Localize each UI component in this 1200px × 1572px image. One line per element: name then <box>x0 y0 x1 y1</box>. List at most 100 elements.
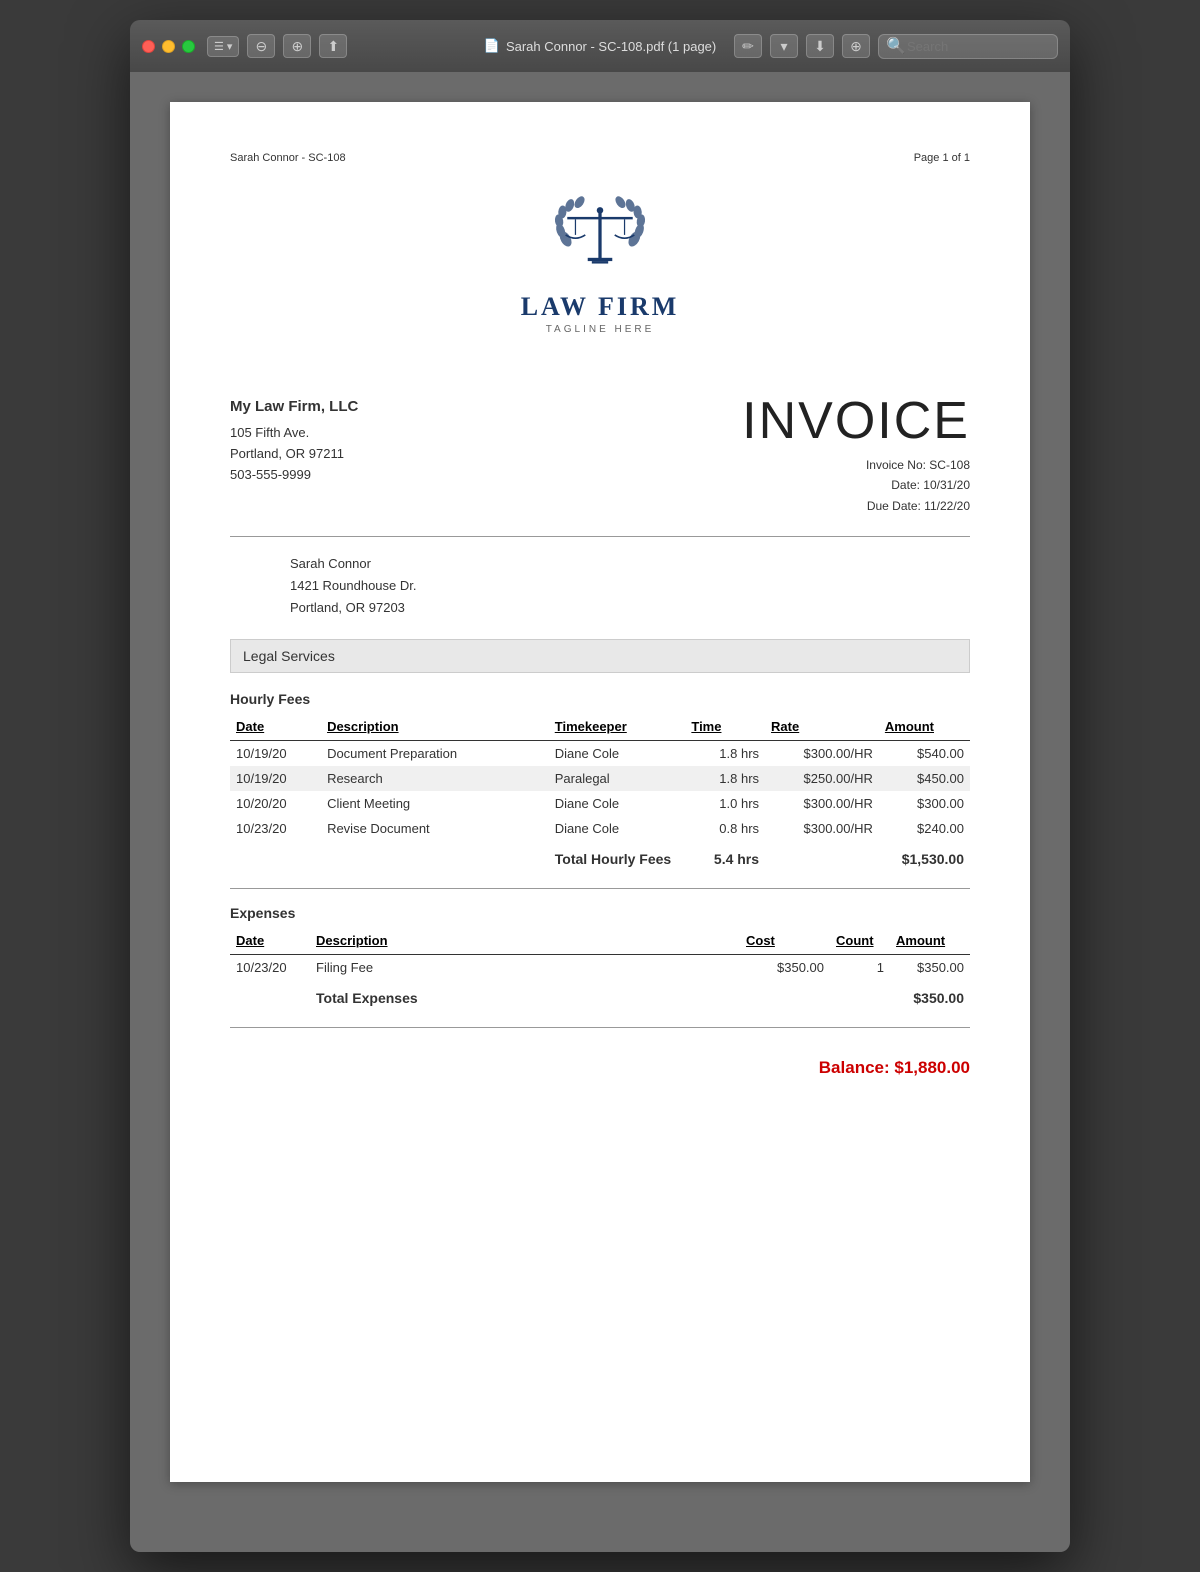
exp-col-amount: Amount <box>890 929 970 955</box>
table-row: 10/23/20 Revise Document Diane Cole 0.8 … <box>230 816 970 841</box>
row-time: 1.8 hrs <box>685 766 765 791</box>
sidebar-toggle-button[interactable]: ☰ ▾ <box>207 36 239 57</box>
toolbar-left: ☰ ▾ ⊖ ⊕ ⬆ <box>207 34 347 58</box>
row-timekeeper: Diane Cole <box>549 816 686 841</box>
row-rate: $300.00/HR <box>765 741 879 767</box>
minimize-button[interactable] <box>162 40 175 53</box>
services-header-bar: Legal Services <box>230 639 970 673</box>
app-window: ☰ ▾ ⊖ ⊕ ⬆ 📄 Sarah Connor - SC-108.pdf (1… <box>130 20 1070 1552</box>
row-timekeeper: Diane Cole <box>549 741 686 767</box>
invoice-title: INVOICE <box>742 395 970 447</box>
invoice-due-date: Due Date: 11/22/20 <box>742 496 970 516</box>
total-expenses-amount: $350.00 <box>890 980 970 1011</box>
billing-header: My Law Firm, LLC 105 Fifth Ave. Portland… <box>230 395 970 516</box>
exp-row-amount: $350.00 <box>890 955 970 981</box>
divider-1 <box>230 536 970 537</box>
balance-amount: Balance: $1,880.00 <box>819 1058 970 1077</box>
bill-to-name: Sarah Connor <box>290 553 970 575</box>
logo-section: LAW FIRM TAGLINE HERE <box>230 194 970 345</box>
zoom-in-button[interactable]: ⊕ <box>283 34 311 58</box>
row-timekeeper: Paralegal <box>549 766 686 791</box>
firm-info: My Law Firm, LLC 105 Fifth Ave. Portland… <box>230 395 358 485</box>
row-description: Revise Document <box>321 816 549 841</box>
share-icon: ⬆ <box>328 38 340 55</box>
firm-address2: Portland, OR 97211 <box>230 444 358 465</box>
bill-to: Sarah Connor 1421 Roundhouse Dr. Portlan… <box>290 553 970 619</box>
col-header-date: Date <box>230 715 321 741</box>
exp-col-desc: Description <box>310 929 740 955</box>
exp-row-cost: $350.00 <box>740 955 830 981</box>
row-date: 10/19/20 <box>230 766 321 791</box>
total-hourly-time: 5.4 hrs <box>685 841 765 872</box>
pen-button[interactable]: ✏ <box>734 34 762 58</box>
exp-col-count: Count <box>830 929 890 955</box>
table-row: 10/19/20 Document Preparation Diane Cole… <box>230 741 970 767</box>
total-hourly-amount: $1,530.00 <box>879 841 970 872</box>
exp-row-count: 1 <box>830 955 890 981</box>
firm-name-logo: LAW FIRM <box>521 292 680 322</box>
download-icon: ⬇ <box>814 38 826 55</box>
zoom-in-icon: ⊕ <box>292 38 304 55</box>
chevron-down-button[interactable]: ▾ <box>770 34 798 58</box>
firm-tagline: TAGLINE HERE <box>546 324 655 335</box>
bill-to-address1: 1421 Roundhouse Dr. <box>290 575 970 597</box>
pdf-page: Sarah Connor - SC-108 Page 1 of 1 <box>170 102 1030 1482</box>
invoice-date: Date: 10/31/20 <box>742 475 970 495</box>
bill-to-address2: Portland, OR 97203 <box>290 597 970 619</box>
titlebar: ☰ ▾ ⊖ ⊕ ⬆ 📄 Sarah Connor - SC-108.pdf (1… <box>130 20 1070 72</box>
pdf-header-bar: Sarah Connor - SC-108 Page 1 of 1 <box>230 152 970 164</box>
balance-line: Balance: $1,880.00 <box>230 1048 970 1078</box>
close-button[interactable] <box>142 40 155 53</box>
col-header-amount: Amount <box>879 715 970 741</box>
row-rate: $250.00/HR <box>765 766 879 791</box>
row-amount: $450.00 <box>879 766 970 791</box>
row-rate: $300.00/HR <box>765 791 879 816</box>
row-timekeeper: Diane Cole <box>549 791 686 816</box>
firm-phone: 503-555-9999 <box>230 465 358 486</box>
pdf-page-number: Page 1 of 1 <box>914 152 970 164</box>
pen-icon: ✏ <box>742 38 754 55</box>
maximize-button[interactable] <box>182 40 195 53</box>
navigate-button[interactable]: ⊕ <box>842 34 870 58</box>
row-time: 1.0 hrs <box>685 791 765 816</box>
row-time: 1.8 hrs <box>685 741 765 767</box>
scales-of-justice-icon <box>550 194 650 284</box>
search-wrapper: 🔍 <box>878 34 1058 59</box>
total-expenses-label: Total Expenses <box>310 980 740 1011</box>
table-row: 10/19/20 Research Paralegal 1.8 hrs $250… <box>230 766 970 791</box>
row-amount: $540.00 <box>879 741 970 767</box>
row-amount: $240.00 <box>879 816 970 841</box>
row-time: 0.8 hrs <box>685 816 765 841</box>
expenses-title: Expenses <box>230 905 970 921</box>
document-icon: 📄 <box>484 38 500 54</box>
table-row: 10/23/20 Filing Fee $350.00 1 $350.00 <box>230 955 970 981</box>
exp-col-date: Date <box>230 929 310 955</box>
divider-3 <box>230 1027 970 1028</box>
hourly-fees-title: Hourly Fees <box>230 691 970 707</box>
col-header-timekeeper: Timekeeper <box>549 715 686 741</box>
invoice-details: Invoice No: SC-108 Date: 10/31/20 Due Da… <box>742 455 970 516</box>
invoice-title-block: INVOICE Invoice No: SC-108 Date: 10/31/2… <box>742 395 970 516</box>
divider-2 <box>230 888 970 889</box>
row-description: Client Meeting <box>321 791 549 816</box>
window-title: 📄 Sarah Connor - SC-108.pdf (1 page) <box>484 38 716 54</box>
services-header-label: Legal Services <box>243 648 335 664</box>
col-header-time: Time <box>685 715 765 741</box>
exp-row-description: Filing Fee <box>310 955 740 981</box>
firm-address1: 105 Fifth Ave. <box>230 423 358 444</box>
pdf-page-label: Sarah Connor - SC-108 <box>230 152 346 164</box>
chevron-down-icon: ▾ <box>780 38 787 55</box>
download-button[interactable]: ⬇ <box>806 34 834 58</box>
zoom-out-icon: ⊖ <box>256 38 268 55</box>
row-amount: $300.00 <box>879 791 970 816</box>
row-date: 10/23/20 <box>230 816 321 841</box>
col-header-description: Description <box>321 715 549 741</box>
compass-icon: ⊕ <box>850 38 862 55</box>
share-button[interactable]: ⬆ <box>319 34 347 58</box>
search-input[interactable] <box>878 34 1058 59</box>
row-description: Document Preparation <box>321 741 549 767</box>
row-date: 10/20/20 <box>230 791 321 816</box>
row-date: 10/19/20 <box>230 741 321 767</box>
zoom-out-button[interactable]: ⊖ <box>247 34 275 58</box>
invoice-number: Invoice No: SC-108 <box>742 455 970 475</box>
